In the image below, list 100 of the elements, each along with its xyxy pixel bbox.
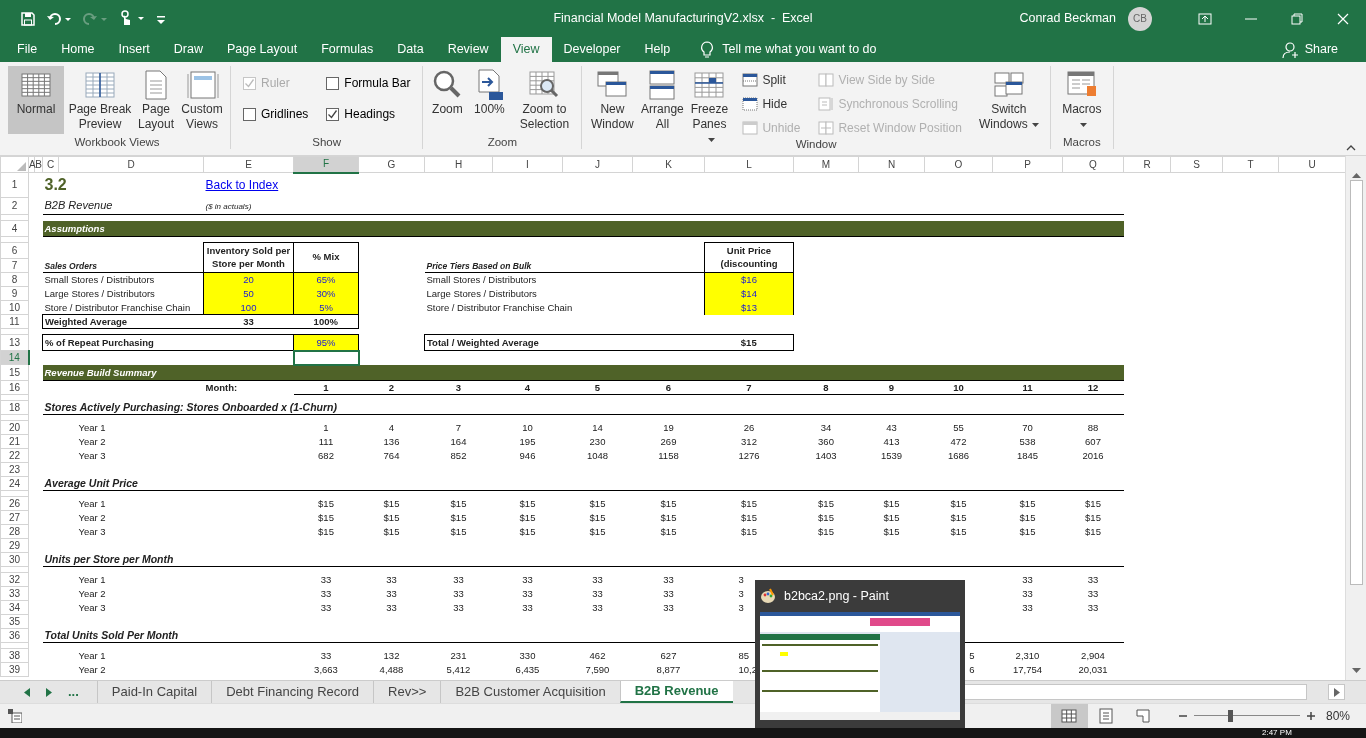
ribbon-button[interactable]: Zoom — [427, 66, 468, 134]
cell-text: Small Stores / Distributors — [426, 274, 537, 285]
group-label: Workbook Views — [73, 135, 161, 149]
section-heading: Total Units Sold Per Month — [44, 629, 179, 641]
vertical-scrollbar[interactable] — [1345, 156, 1366, 680]
share-button[interactable]: Share — [1275, 37, 1344, 62]
ribbon-button[interactable]: Normal — [8, 66, 64, 134]
cell-value: 33 — [663, 573, 674, 585]
zoom-level[interactable]: 80% — [1325, 707, 1350, 725]
ribbon-button[interactable]: 100% — [469, 66, 510, 134]
column-header[interactable]: S — [1170, 156, 1223, 173]
sheet-tab[interactable]: B2B Revenue — [619, 681, 733, 703]
restore-icon[interactable] — [1289, 10, 1305, 27]
column-header[interactable]: D — [58, 156, 204, 173]
plus-icon[interactable] — [1305, 711, 1316, 721]
ribbon-button[interactable]: Page Layout — [136, 66, 176, 134]
month-number: 11 — [1022, 381, 1033, 393]
column-header[interactable]: U — [1278, 156, 1345, 173]
column-header[interactable]: E — [203, 156, 294, 173]
ribbon-tab[interactable]: Home — [49, 37, 107, 62]
user-avatar[interactable]: CB — [1128, 6, 1152, 31]
ribbon-button[interactable]: Freeze Panes — [686, 66, 733, 134]
ribbon-button[interactable]: Arrange All — [640, 66, 685, 134]
column-header[interactable]: H — [424, 156, 493, 173]
scroll-thumb[interactable] — [1349, 180, 1363, 585]
column-header[interactable]: M — [793, 156, 859, 173]
column-header[interactable]: Q — [1062, 156, 1124, 173]
column-header[interactable]: L — [704, 156, 794, 173]
checkbox[interactable]: Headings — [326, 101, 411, 127]
more-sheets-button[interactable]: ... — [68, 682, 87, 702]
ribbon-button[interactable]: Macros — [1054, 66, 1109, 134]
next-sheet-icon[interactable] — [46, 687, 52, 697]
column-header[interactable]: R — [1123, 156, 1171, 173]
column-header[interactable]: J — [562, 156, 633, 173]
ribbon-button[interactable]: Page Break Preview — [66, 66, 134, 134]
user-name: Conrad Beckman — [1019, 10, 1116, 28]
previous-sheet-icon[interactable] — [24, 687, 30, 697]
column-header[interactable]: O — [924, 156, 993, 173]
cell-value: 1048 — [586, 449, 609, 461]
checkbox[interactable]: Formula Bar — [326, 70, 411, 96]
ribbon-button[interactable]: Zoom to Selection — [511, 66, 578, 134]
save-icon[interactable] — [20, 10, 36, 27]
row-header[interactable]: 1 — [0, 172, 29, 198]
ribbon-tab[interactable]: Draw — [161, 37, 215, 62]
collapse-ribbon-icon[interactable] — [1346, 145, 1356, 151]
scroll-right-icon[interactable] — [1333, 687, 1340, 697]
input-cell[interactable]: 95% — [293, 334, 359, 351]
ribbon-tab[interactable]: Data — [385, 37, 436, 62]
undo-icon[interactable] — [46, 10, 72, 27]
slider-thumb[interactable] — [1228, 710, 1233, 722]
ribbon-tab[interactable]: Insert — [106, 37, 162, 62]
ribbon-button[interactable]: Hide — [742, 94, 801, 113]
ribbon-tab[interactable]: View — [500, 37, 552, 62]
ribbon-tab[interactable]: File — [5, 37, 50, 62]
section-heading: Units per Store per Month — [44, 553, 174, 565]
taskbar-clock: 2:47 PM — [1262, 728, 1292, 738]
ribbon-button[interactable]: Custom Views — [178, 66, 226, 134]
cell-value: 627 — [660, 649, 677, 661]
cell-value: $15 — [383, 525, 400, 537]
view-button[interactable] — [1050, 703, 1088, 729]
cell-value: 33 — [663, 601, 674, 613]
cell-value: $15 — [383, 511, 400, 523]
ribbon-button[interactable]: New Window — [586, 66, 639, 134]
cell-text: Store / Distributor Franchise Chain — [44, 301, 191, 313]
cell-value: 1845 — [1016, 449, 1039, 461]
index-link[interactable]: Back to Index — [205, 178, 279, 193]
checkbox[interactable]: Gridlines — [243, 101, 309, 127]
column-header[interactable]: K — [632, 156, 705, 173]
thumbnail-preview[interactable]: b2bca2.png - Paint — [755, 580, 965, 728]
ribbon-button[interactable]: Split — [742, 70, 801, 89]
column-header[interactable]: I — [492, 156, 563, 173]
column-header[interactable]: T — [1222, 156, 1279, 173]
ribbon-tab[interactable]: Review — [435, 37, 501, 62]
ribbon-tab[interactable]: Developer — [551, 37, 633, 62]
column-header[interactable]: A — [28, 156, 35, 173]
scroll-down-icon[interactable] — [1351, 668, 1361, 674]
column-header[interactable]: N — [858, 156, 925, 173]
cell-value: 2,904 — [1081, 649, 1105, 661]
table-header-cell: Inventory Sold per Store per Month — [203, 242, 294, 273]
cell-value: $15 — [318, 511, 334, 523]
ribbon-tab[interactable]: Formulas — [309, 37, 386, 62]
column-header[interactable]: G — [358, 156, 425, 173]
ribbon-button[interactable]: Switch Windows — [971, 66, 1046, 134]
column-header[interactable]: P — [992, 156, 1063, 173]
ribbon-tab[interactable]: Page Layout — [214, 37, 310, 62]
column-header[interactable]: F — [293, 156, 359, 173]
zoom-slider[interactable] — [1193, 710, 1300, 722]
active-cell[interactable] — [293, 350, 359, 365]
cell-value: $15 — [950, 511, 967, 523]
horizontal-scrollbar[interactable] — [963, 684, 1307, 700]
cell-value: $15 — [818, 511, 834, 523]
macro-record-icon[interactable] — [8, 709, 22, 723]
scroll-up-icon[interactable] — [1351, 172, 1361, 178]
cell-value: 70 — [1022, 421, 1033, 433]
ribbon-tab[interactable]: Help — [632, 37, 683, 62]
tell-me-search[interactable]: Tell me what you want to do — [722, 40, 877, 59]
touch-mode-icon[interactable] — [118, 9, 146, 28]
cell-value: 132 — [383, 649, 400, 661]
cell-value: $15 — [1019, 497, 1036, 509]
ribbon-display-options-icon[interactable] — [1197, 10, 1213, 27]
